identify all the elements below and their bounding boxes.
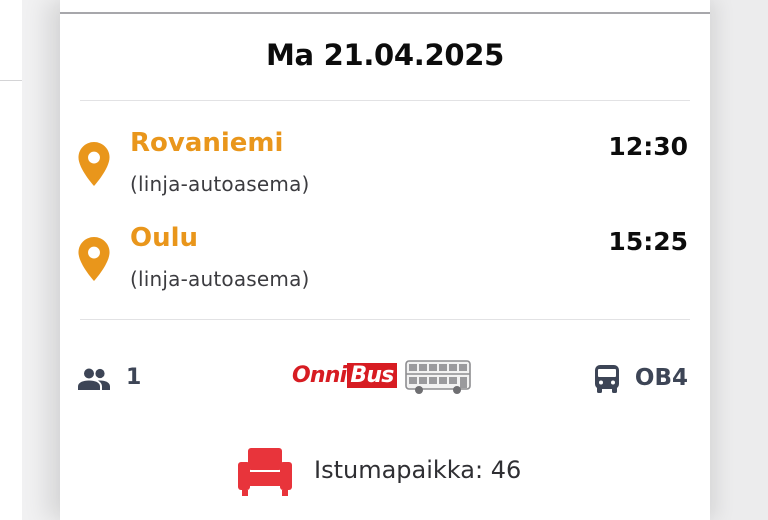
- divider: [80, 319, 690, 320]
- background-right: [710, 0, 768, 520]
- bus-icon: [595, 365, 619, 393]
- arrival-stop: Oulu (linja-autoasema) 15:25: [60, 221, 710, 291]
- passenger-count: 1: [126, 365, 142, 390]
- people-icon: [78, 368, 110, 390]
- trip-card: Ma 21.04.2025 Rovaniemi (linja-autoasema…: [60, 0, 710, 520]
- departure-stop: Rovaniemi (linja-autoasema) 12:30: [60, 126, 710, 196]
- card-top-border: [60, 12, 710, 14]
- background-card-left: [0, 0, 22, 520]
- logo-word-onni: Onni: [292, 363, 347, 388]
- trip-date: Ma 21.04.2025: [265, 38, 505, 72]
- background-divider: [0, 80, 22, 81]
- location-pin-icon: [78, 237, 110, 281]
- logo-word-bus: Bus: [347, 363, 397, 388]
- seat-icon: [238, 448, 292, 496]
- route-code: OB4: [634, 365, 688, 391]
- seat-info: Istumapaikka: 46: [60, 446, 710, 498]
- location-pin-icon: [78, 142, 110, 186]
- seat-number: Istumapaikka: 46: [314, 456, 522, 484]
- arrival-place: (linja-autoasema): [130, 267, 310, 291]
- departure-place: (linja-autoasema): [130, 172, 310, 196]
- arrival-city: Oulu: [130, 223, 199, 253]
- departure-city: Rovaniemi: [130, 128, 284, 158]
- arrival-time: 15:25: [608, 227, 688, 256]
- double-decker-bus-icon: [405, 360, 471, 394]
- onnibus-logo: Onni Bus: [292, 363, 397, 388]
- departure-time: 12:30: [608, 132, 688, 161]
- divider: [80, 100, 690, 101]
- trip-info-row: 1 Onni Bus OB4: [60, 356, 710, 400]
